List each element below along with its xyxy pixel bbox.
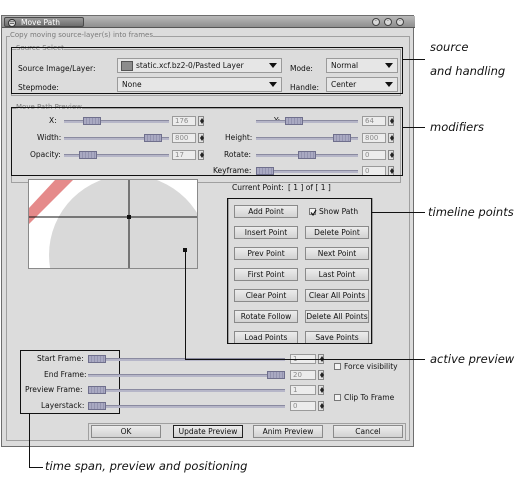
modifiers-highlight-box (11, 107, 403, 176)
annotation-timeline-points: timeline points (428, 205, 514, 219)
start-frame-label: Start Frame: (37, 354, 84, 363)
active-preview-vertical-line (185, 250, 186, 359)
current-point-label: Current Point: (232, 183, 284, 192)
force-visibility-check-icon (334, 363, 341, 370)
ok-button[interactable]: OK (91, 425, 161, 438)
annotation-modifiers: modifiers (430, 120, 484, 134)
title-bar: ☰ Move Path · · · (2, 16, 415, 28)
preview-frame-label: Preview Frame: (25, 385, 83, 394)
preview-frame-spin-arrows-icon[interactable] (318, 385, 324, 395)
layerstack-spin-arrows-icon[interactable] (318, 401, 324, 411)
path-preview-canvas[interactable] (28, 179, 198, 269)
active-preview-leader-line (185, 359, 425, 360)
layerstack-value-field[interactable]: 0 (290, 401, 316, 411)
copy-frame-label: Copy moving source-layer(s) into frames (10, 31, 153, 40)
force-visibility-label: Force visibility (344, 362, 398, 371)
modifiers-leader-line (403, 127, 425, 128)
preview-layer-graphic (29, 180, 197, 268)
active-preview-dot (183, 248, 187, 252)
preview-frame-slider-thumb[interactable] (88, 386, 106, 394)
end-frame-slider-track[interactable] (88, 374, 285, 377)
update-preview-button[interactable]: Update Preview (173, 425, 243, 438)
clip-to-frame-check-icon (334, 394, 341, 401)
annotation-time-span: time span, preview and positioning (45, 459, 248, 473)
current-point-value: [ 1 ] of [ 1 ] (288, 183, 331, 192)
end-frame-spin-arrows-icon[interactable] (318, 370, 324, 380)
end-frame-label: End Frame: (44, 370, 87, 379)
close-icon[interactable]: · (396, 18, 404, 26)
annotation-handling: and handling (430, 64, 506, 78)
layerstack-label: Layerstack: (41, 401, 85, 410)
layerstack-slider-thumb[interactable] (88, 402, 106, 410)
layerstack-slider-track[interactable] (88, 405, 285, 408)
preview-frame-slider-track[interactable] (88, 389, 285, 392)
start-frame-slider-thumb[interactable] (88, 355, 106, 363)
maximize-icon[interactable]: · (384, 18, 392, 26)
cancel-button[interactable]: Cancel (333, 425, 403, 438)
timespan-vertical-line (29, 413, 30, 467)
clip-to-frame-label: Clip To Frame (344, 393, 395, 402)
annotation-source: source (430, 40, 469, 54)
end-frame-slider-thumb[interactable] (267, 371, 285, 379)
annotation-active-preview: active preview (430, 352, 515, 366)
source-highlight-box (11, 47, 403, 94)
title-tab: ☰ Move Path (4, 17, 84, 27)
timeline-leader-line (372, 212, 425, 213)
end-frame-value-field[interactable]: 20 (290, 370, 316, 380)
window-title: Move Path (21, 18, 60, 27)
source-leader-line (403, 59, 425, 60)
shade-icon[interactable]: · (372, 18, 380, 26)
clip-to-frame-checkbox[interactable]: Clip To Frame (334, 393, 414, 403)
preview-frame-value-field[interactable]: 1 (290, 385, 316, 395)
timeline-highlight-box (227, 198, 372, 344)
anim-preview-button[interactable]: Anim Preview (253, 425, 323, 438)
window-menu-icon[interactable]: ☰ (8, 19, 16, 27)
force-visibility-checkbox[interactable]: Force visibility (334, 362, 414, 372)
timespan-leader-line (29, 467, 43, 468)
